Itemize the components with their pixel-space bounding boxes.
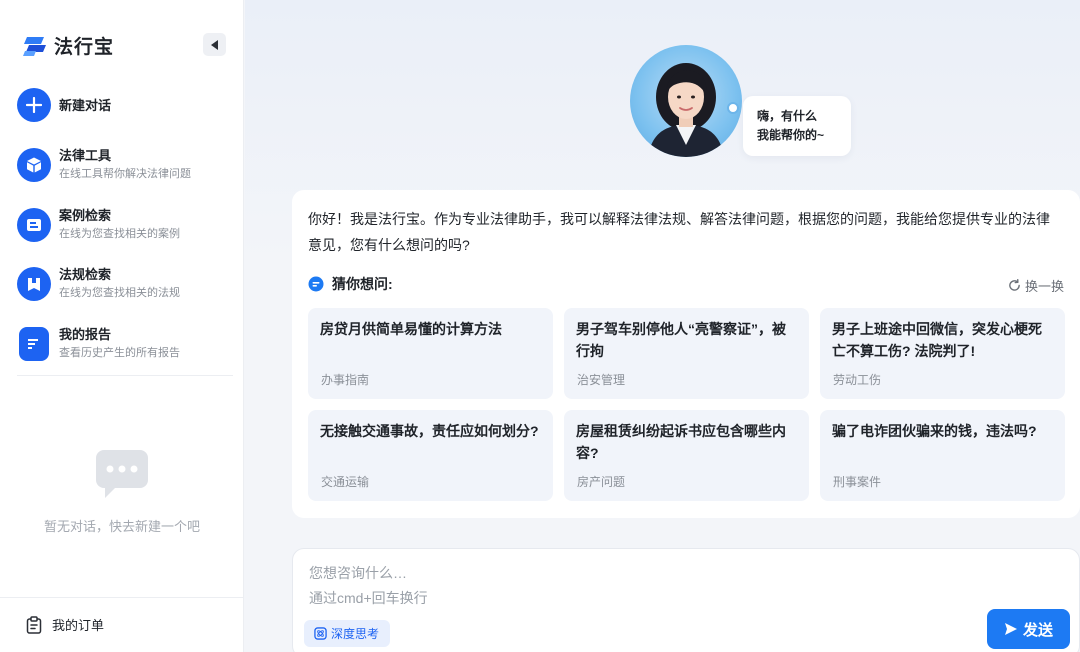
refresh-label: 换一换 bbox=[1024, 279, 1064, 294]
sidebar-item-my-reports[interactable]: 我的报告 查看历史产生的所有报告 bbox=[17, 326, 180, 361]
suggestion-card[interactable]: 男子上班途中回微信，突发心梗死亡不算工伤? 法院判了! 劳动工伤 bbox=[820, 308, 1065, 399]
suggestion-tag: 办事指南 bbox=[321, 373, 370, 387]
sidebar: 法行宝 新建对话 法律工具 在线工具帮你解决法律问题 案例检索 在线为您查找相关… bbox=[0, 0, 244, 652]
sidebar-item-title: 法律工具 bbox=[59, 148, 112, 163]
sidebar-item-subtitle: 在线工具帮你解决法律问题 bbox=[59, 168, 191, 180]
book-icon bbox=[17, 266, 51, 301]
suggestion-tag: 刑事案件 bbox=[833, 475, 882, 489]
sidebar-item-regulation-search[interactable]: 法规检索 在线为您查找相关的法规 bbox=[17, 266, 180, 301]
plus-icon bbox=[17, 88, 51, 122]
sidebar-item-title: 法规检索 bbox=[59, 267, 112, 282]
suggestion-title: 房屋租赁纠纷起诉书应包含哪些内容? bbox=[576, 423, 786, 461]
suggestion-tag: 房产问题 bbox=[577, 475, 626, 489]
app-name: 法行宝 bbox=[54, 37, 115, 58]
new-chat-label: 新建对话 bbox=[59, 97, 112, 113]
send-arrow-icon bbox=[1004, 623, 1017, 635]
deep-think-toggle[interactable]: 深度思考 bbox=[304, 620, 391, 647]
assistant-intro-text: 你好！我是法行宝。作为专业法律助手，我可以解释法律法规、解答法律问题，根据您的问… bbox=[308, 211, 1050, 253]
refresh-icon bbox=[1009, 279, 1020, 291]
greeting-line-2: 我能帮你的~ bbox=[757, 128, 825, 142]
suggestion-title: 男子驾车别停他人“亮警察证”，被行拘 bbox=[576, 321, 786, 359]
greeting-bubble: 嗨，有什么 我能帮你的~ bbox=[743, 96, 851, 156]
assistant-portrait-icon bbox=[648, 63, 724, 157]
suggestion-card[interactable]: 男子驾车别停他人“亮警察证”，被行拘 治安管理 bbox=[564, 308, 809, 399]
chat-icon bbox=[308, 276, 324, 292]
suggestion-title: 男子上班途中回微信，突发心梗死亡不算工伤? 法院判了! bbox=[832, 321, 1042, 359]
sidebar-divider bbox=[17, 375, 233, 376]
case-document-icon bbox=[17, 207, 51, 242]
assistant-avatar bbox=[630, 45, 742, 157]
sidebar-item-subtitle: 查看历史产生的所有报告 bbox=[59, 347, 180, 359]
logo-icon bbox=[23, 36, 46, 56]
send-label: 发送 bbox=[1022, 621, 1053, 639]
my-orders-label: 我的订单 bbox=[52, 618, 105, 633]
sidebar-bottom-divider bbox=[0, 597, 244, 598]
suggestion-tag: 治安管理 bbox=[577, 373, 626, 387]
sidebar-item-subtitle: 在线为您查找相关的案例 bbox=[59, 228, 180, 240]
sidebar-item-legal-tools[interactable]: 法律工具 在线工具帮你解决法律问题 bbox=[17, 147, 191, 182]
suggestion-title: 骗了电诈团伙骗来的钱，违法吗? bbox=[832, 423, 1037, 439]
report-icon bbox=[19, 326, 49, 361]
suggestion-card[interactable]: 骗了电诈团伙骗来的钱，违法吗? 刑事案件 bbox=[820, 410, 1065, 501]
suggestion-title: 房贷月供简单易懂的计算方法 bbox=[320, 321, 502, 337]
atom-icon bbox=[314, 627, 327, 640]
my-orders-link[interactable]: 我的订单 bbox=[26, 615, 104, 634]
collapse-sidebar-button[interactable] bbox=[203, 33, 226, 56]
chat-bubble-icon bbox=[96, 450, 148, 498]
composer: 深度思考 发送 bbox=[292, 548, 1080, 652]
suggestions-header: 猜你想问: bbox=[308, 274, 393, 294]
empty-chat-text: 暂无对话，快去新建一个吧 bbox=[43, 519, 200, 534]
sidebar-item-case-search[interactable]: 案例检索 在线为您查找相关的案例 bbox=[17, 207, 180, 242]
deep-think-label: 深度思考 bbox=[331, 627, 380, 641]
caret-left-icon bbox=[211, 39, 218, 50]
suggestion-tag: 交通运输 bbox=[321, 475, 370, 489]
suggestion-tag: 劳动工伤 bbox=[833, 373, 882, 387]
suggestions-title: 猜你想问: bbox=[332, 276, 393, 292]
send-button[interactable]: 发送 bbox=[987, 609, 1070, 649]
suggestion-card[interactable]: 房贷月供简单易懂的计算方法 办事指南 bbox=[308, 308, 553, 399]
suggestion-title: 无接触交通事故，责任应如何划分? bbox=[320, 423, 539, 439]
clipboard-icon bbox=[26, 615, 42, 634]
cube-icon bbox=[17, 147, 51, 182]
main-panel: 嗨，有什么 我能帮你的~ 你好！我是法行宝。作为专业法律助手，我可以解释法律法规… bbox=[245, 0, 1080, 652]
welcome-card: 你好！我是法行宝。作为专业法律助手，我可以解释法律法规、解答法律问题，根据您的问… bbox=[292, 190, 1080, 518]
sidebar-item-title: 我的报告 bbox=[59, 327, 112, 342]
suggestion-card[interactable]: 无接触交通事故，责任应如何划分? 交通运输 bbox=[308, 410, 553, 501]
sidebar-item-title: 案例检索 bbox=[59, 208, 112, 223]
online-status-dot bbox=[727, 102, 739, 114]
greeting-line-1: 嗨，有什么 bbox=[757, 109, 818, 123]
question-input[interactable] bbox=[309, 561, 909, 611]
sidebar-item-subtitle: 在线为您查找相关的法规 bbox=[59, 287, 180, 299]
new-chat-button[interactable]: 新建对话 bbox=[17, 88, 111, 122]
refresh-suggestions-button[interactable]: 换一换 bbox=[1008, 276, 1064, 295]
app-logo[interactable]: 法行宝 bbox=[22, 32, 114, 59]
suggestion-card[interactable]: 房屋租赁纠纷起诉书应包含哪些内容? 房产问题 bbox=[564, 410, 809, 501]
